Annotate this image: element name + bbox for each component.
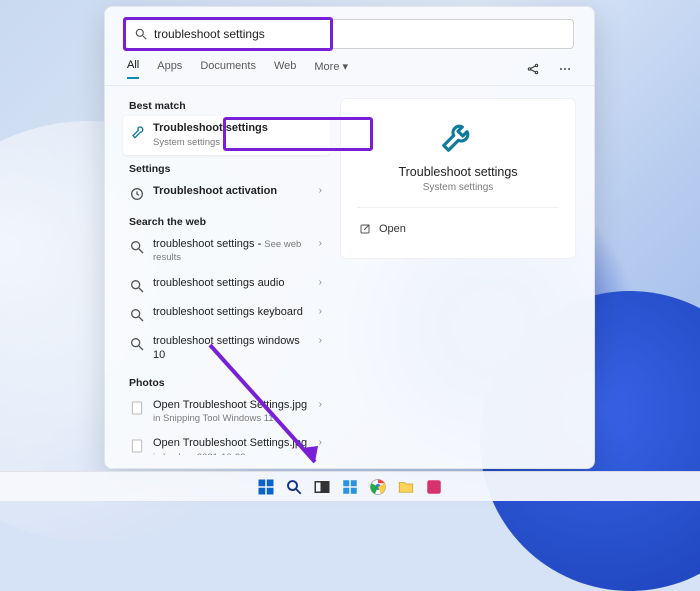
task-view-button[interactable] [312, 477, 332, 497]
clock-icon [129, 186, 145, 202]
section-photos: Photos [129, 377, 330, 389]
result-subtitle: in Snipping Tool Windows 11 [153, 413, 307, 425]
chrome-icon[interactable] [368, 477, 388, 497]
image-file-icon [129, 400, 145, 416]
chevron-right-icon: › [319, 238, 322, 249]
result-title: troubleshoot settings [153, 238, 255, 250]
chevron-down-icon: ▾ [343, 61, 349, 73]
share-icon[interactable] [526, 62, 540, 76]
search-icon [129, 278, 145, 294]
wrench-icon [439, 117, 477, 155]
file-explorer-icon[interactable] [396, 477, 416, 497]
chevron-right-icon: › [319, 437, 322, 448]
widgets-button[interactable] [340, 477, 360, 497]
open-icon [359, 223, 371, 235]
section-search-web: Search the web [129, 216, 330, 228]
result-title: troubleshoot settings windows 10 [153, 335, 311, 363]
preview-subtitle: System settings [423, 182, 494, 193]
result-title: Troubleshoot settings [153, 122, 268, 136]
taskbar [0, 471, 700, 501]
results-list: Best match Troubleshoot settings System … [105, 86, 330, 455]
taskbar-search-button[interactable] [284, 477, 304, 497]
open-label: Open [379, 223, 406, 235]
preview-card: Troubleshoot settings System settings Op… [340, 98, 576, 259]
result-web-1[interactable]: troubleshoot settings - See web results … [123, 232, 330, 272]
tab-all[interactable]: All [127, 59, 139, 79]
search-icon [134, 27, 148, 41]
preview-pane: Troubleshoot settings System settings Op… [330, 86, 594, 455]
search-icon [129, 239, 145, 255]
chevron-right-icon: › [319, 335, 322, 346]
more-options-icon[interactable] [558, 62, 572, 76]
result-settings-activation[interactable]: Troubleshoot activation › [123, 179, 330, 208]
image-file-icon [129, 438, 145, 454]
result-title: Open Troubleshoot Settings.jpg [153, 437, 307, 451]
result-title: Troubleshoot activation [153, 185, 277, 199]
tab-documents[interactable]: Documents [200, 60, 256, 78]
search-icon [129, 336, 145, 352]
wrench-icon [129, 123, 145, 139]
start-button[interactable] [256, 477, 276, 497]
tab-more[interactable]: More ▾ [314, 60, 348, 79]
chevron-right-icon: › [319, 399, 322, 410]
search-filter-tabs: All Apps Documents Web More ▾ [105, 57, 594, 86]
result-web-4[interactable]: troubleshoot settings windows 10 › [123, 329, 330, 369]
preview-title: Troubleshoot settings [398, 165, 517, 179]
tab-apps[interactable]: Apps [157, 60, 182, 78]
tab-web[interactable]: Web [274, 60, 296, 78]
result-photo-2[interactable]: Open Troubleshoot Settings.jpgin backup-… [123, 431, 330, 455]
result-best-match[interactable]: Troubleshoot settings System settings [123, 116, 330, 155]
app-icon[interactable] [424, 477, 444, 497]
section-settings: Settings [129, 163, 330, 175]
chevron-right-icon: › [319, 306, 322, 317]
search-icon [129, 307, 145, 323]
chevron-right-icon: › [319, 185, 322, 196]
result-title: troubleshoot settings audio [153, 277, 284, 291]
section-best-match: Best match [129, 100, 330, 112]
result-photo-1[interactable]: Open Troubleshoot Settings.jpgin Snippin… [123, 393, 330, 432]
start-search-window: All Apps Documents Web More ▾ Best match… [104, 6, 595, 469]
result-web-2[interactable]: troubleshoot settings audio › [123, 271, 330, 300]
result-title: Open Troubleshoot Settings.jpg [153, 399, 307, 413]
result-web-3[interactable]: troubleshoot settings keyboard › [123, 300, 330, 329]
search-bar[interactable] [125, 19, 574, 49]
result-title: troubleshoot settings keyboard [153, 306, 303, 320]
result-subtitle: System settings [153, 137, 268, 149]
chevron-right-icon: › [319, 277, 322, 288]
result-subtitle: in backup-2021-10-23 [153, 452, 307, 455]
open-button[interactable]: Open [357, 218, 559, 240]
search-input[interactable] [154, 27, 565, 41]
